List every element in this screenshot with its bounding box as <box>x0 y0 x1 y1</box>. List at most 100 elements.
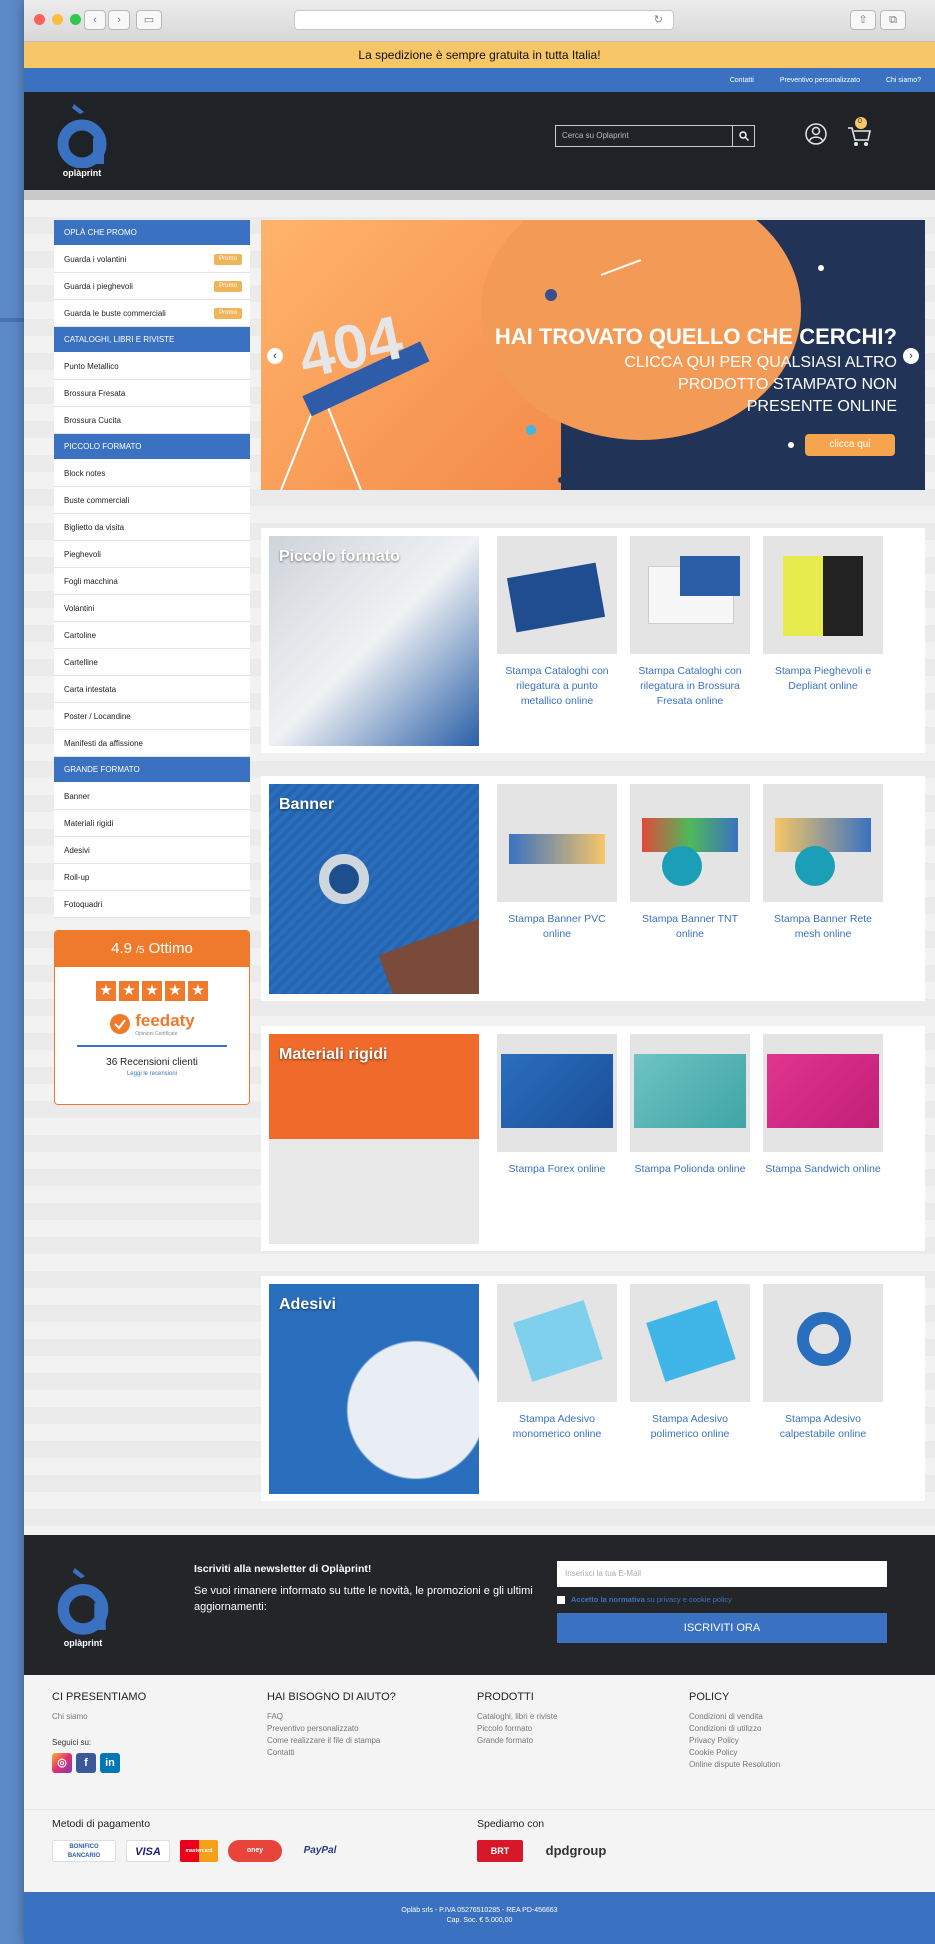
maximize-window-button[interactable] <box>70 14 81 25</box>
review-widget[interactable]: 4.9 /5 Ottimo ★ ★ ★ ★ ★ feedaty Opinioni … <box>54 930 250 1105</box>
sidebar-item-buste-promo[interactable]: Guarda le buste commerciali Promo <box>54 300 250 327</box>
sidebar-item-buste-commerciali[interactable]: Buste commerciali <box>54 487 250 514</box>
linkedin-icon[interactable]: in <box>100 1753 120 1773</box>
product-name[interactable]: Stampa Cataloghi con rilegatura a punto … <box>497 664 617 709</box>
forward-icon[interactable]: › <box>108 10 130 30</box>
sidebar-item-volantini[interactable]: Volantini <box>54 595 250 622</box>
product-card[interactable]: Stampa Pieghevoli e Depliant online <box>763 536 883 694</box>
sidebar-item-pieghevoli[interactable]: Pieghevoli <box>54 541 250 568</box>
sidebar-item-materiali-rigidi[interactable]: Materiali rigidi <box>54 810 250 837</box>
user-account-button[interactable] <box>804 122 828 149</box>
section-materiali-rigidi-image[interactable]: Materiali rigidi <box>269 1034 479 1244</box>
product-name[interactable]: Stampa Banner TNT online <box>630 912 750 942</box>
reload-icon[interactable]: ↻ <box>654 14 663 26</box>
sidebar-item-volantini-promo[interactable]: Guarda i volantini Promo <box>54 246 250 273</box>
sidebar-item-biglietto-visita[interactable]: Biglietto da visita <box>54 514 250 541</box>
product-card[interactable]: Stampa Adesivo calpestabile online <box>763 1284 883 1442</box>
sidebar-item-carta-intestata[interactable]: Carta intestata <box>54 676 250 703</box>
footer-link-preventivo[interactable]: Preventivo personalizzato <box>267 1723 396 1735</box>
search-input[interactable]: Cerca su Oplaprint <box>556 126 732 146</box>
sidebar-item-poster[interactable]: Poster / Locandine <box>54 703 250 730</box>
product-name[interactable]: Stampa Banner PVC online <box>497 912 617 942</box>
product-card[interactable]: Stampa Cataloghi con rilegatura a punto … <box>497 536 617 709</box>
footer-link-file-stampa[interactable]: Come realizzare il file di stampa <box>267 1735 396 1747</box>
footer-link-cataloghi[interactable]: Cataloghi, libri e riviste <box>477 1711 557 1723</box>
sidebar-item-block-notes[interactable]: Block notes <box>54 460 250 487</box>
product-name[interactable]: Stampa Pieghevoli e Depliant online <box>763 664 883 694</box>
newsletter-consent-checkbox[interactable] <box>557 1595 565 1604</box>
footer-link-faq[interactable]: FAQ <box>267 1711 396 1723</box>
sidebar-item-adesivi[interactable]: Adesivi <box>54 837 250 864</box>
sidebar-group-piccolo-formato[interactable]: PICCOLO FORMATO <box>54 434 250 460</box>
footer-link-chi-siamo[interactable]: Chi siamo <box>52 1711 146 1723</box>
sidebar-item-manifesti[interactable]: Manifesti da affissione <box>54 730 250 757</box>
product-card[interactable]: Stampa Banner PVC online <box>497 784 617 942</box>
product-card[interactable]: Stampa Adesivo polimerico online <box>630 1284 750 1442</box>
sidebar-item-banner[interactable]: Banner <box>54 783 250 810</box>
toplink-contatti[interactable]: Contatti <box>730 77 754 84</box>
back-icon[interactable]: ‹ <box>84 10 106 30</box>
newsletter-subscribe-button[interactable]: ISCRIVITI ORA <box>557 1613 887 1643</box>
product-name[interactable]: Stampa Sandwich online <box>763 1162 883 1177</box>
footer-link-grande-formato[interactable]: Grande formato <box>477 1735 557 1747</box>
product-card[interactable]: Stampa Forex online <box>497 1034 617 1177</box>
sidebar-group-grande-formato[interactable]: GRANDE FORMATO <box>54 757 250 783</box>
product-name[interactable]: Stampa Forex online <box>497 1162 617 1177</box>
close-window-button[interactable] <box>34 14 45 25</box>
product-card[interactable]: Stampa Polionda online <box>630 1034 750 1177</box>
sidebar-item-fotoquadri[interactable]: Fotoquadri <box>54 891 250 918</box>
sidebar-group-cataloghi[interactable]: CATALOGHI, LIBRI E RIVISTE <box>54 327 250 353</box>
product-name[interactable]: Stampa Adesivo polimerico online <box>630 1412 750 1442</box>
facebook-icon[interactable]: f <box>76 1753 96 1773</box>
sidebar-item-brossura-fresata[interactable]: Brossura Fresata <box>54 380 250 407</box>
product-card[interactable]: Stampa Cataloghi con rilegatura in Bross… <box>630 536 750 709</box>
product-name[interactable]: Stampa Polionda online <box>630 1162 750 1177</box>
share-icon[interactable]: ⇧ <box>850 10 876 30</box>
instagram-icon[interactable]: ◎ <box>52 1753 72 1773</box>
search-button[interactable] <box>732 126 754 146</box>
product-name[interactable]: Stampa Cataloghi con rilegatura in Bross… <box>630 664 750 709</box>
footer-link-cookie[interactable]: Cookie Policy <box>689 1747 780 1759</box>
hero-slider[interactable]: 404 HAI TROVATO QUELLO CHE CERCHI? CLICC… <box>261 220 925 490</box>
newsletter-email-input[interactable]: Inserisci la tua E-Mail <box>557 1561 887 1587</box>
product-card[interactable]: Stampa Sandwich online <box>763 1034 883 1177</box>
sidebar-item-cartoline[interactable]: Cartoline <box>54 622 250 649</box>
footer-link-condizioni-utilizzo[interactable]: Condizioni di utilizzo <box>689 1723 780 1735</box>
sidebar-group-promo[interactable]: OPLÀ CHE PROMO <box>54 220 250 246</box>
review-link[interactable]: Leggi le recensioni <box>55 1071 249 1077</box>
slider-next-icon[interactable]: › <box>903 348 919 364</box>
section-piccolo-formato-image[interactable]: Piccolo formato <box>269 536 479 746</box>
product-name[interactable]: Stampa Banner Rete mesh online <box>763 912 883 942</box>
sidebar-item-roll-up[interactable]: Roll-up <box>54 864 250 891</box>
toplink-preventivo[interactable]: Preventivo personalizzato <box>780 77 860 84</box>
sidebar-item-brossura-cucita[interactable]: Brossura Cucita <box>54 407 250 434</box>
product-card[interactable]: Stampa Banner Rete mesh online <box>763 784 883 942</box>
minimize-window-button[interactable] <box>52 14 63 25</box>
footer-link-contatti[interactable]: Contatti <box>267 1747 396 1759</box>
sidebar-icon[interactable]: ▭ <box>136 10 162 30</box>
footer-link-privacy[interactable]: Privacy Policy <box>689 1735 780 1747</box>
footer-link-condizioni-vendita[interactable]: Condizioni di vendita <box>689 1711 780 1723</box>
section-adesivi-image[interactable]: Adesivi <box>269 1284 479 1494</box>
tabs-icon[interactable]: ⧉ <box>880 10 906 30</box>
toplink-chi-siamo[interactable]: Chi siamo? <box>886 77 921 84</box>
product-name[interactable]: Stampa Adesivo calpestabile online <box>763 1412 883 1442</box>
consent-link[interactable]: su privacy e cookie policy <box>647 1595 732 1604</box>
footer-link-piccolo-formato[interactable]: Piccolo formato <box>477 1723 557 1735</box>
sidebar-item-fogli-macchina[interactable]: Fogli macchina <box>54 568 250 595</box>
cart-button[interactable]: 0 <box>844 116 874 151</box>
product-card[interactable]: Stampa Adesivo monomerico online <box>497 1284 617 1442</box>
sidebar-item-pieghevoli-promo[interactable]: Guarda i pieghevoli Promo <box>54 273 250 300</box>
footer-link-odr[interactable]: Online dispute Resolution <box>689 1759 780 1771</box>
product-name[interactable]: Stampa Adesivo monomerico online <box>497 1412 617 1442</box>
site-logo[interactable]: oplàprint <box>52 102 112 182</box>
section-banner-image[interactable]: Banner <box>269 784 479 994</box>
hero-cta-button[interactable]: clicca qui <box>805 434 895 456</box>
sidebar-item-punto-metallico[interactable]: Punto Metallico <box>54 353 250 380</box>
footer-logo[interactable]: oplàprint <box>52 1565 114 1648</box>
product-card[interactable]: Stampa Banner TNT online <box>630 784 750 942</box>
section-title: Piccolo formato <box>279 548 400 565</box>
sidebar-item-cartelline[interactable]: Cartelline <box>54 649 250 676</box>
slider-prev-icon[interactable]: ‹ <box>267 348 283 364</box>
address-bar[interactable]: ↻ <box>294 10 674 30</box>
